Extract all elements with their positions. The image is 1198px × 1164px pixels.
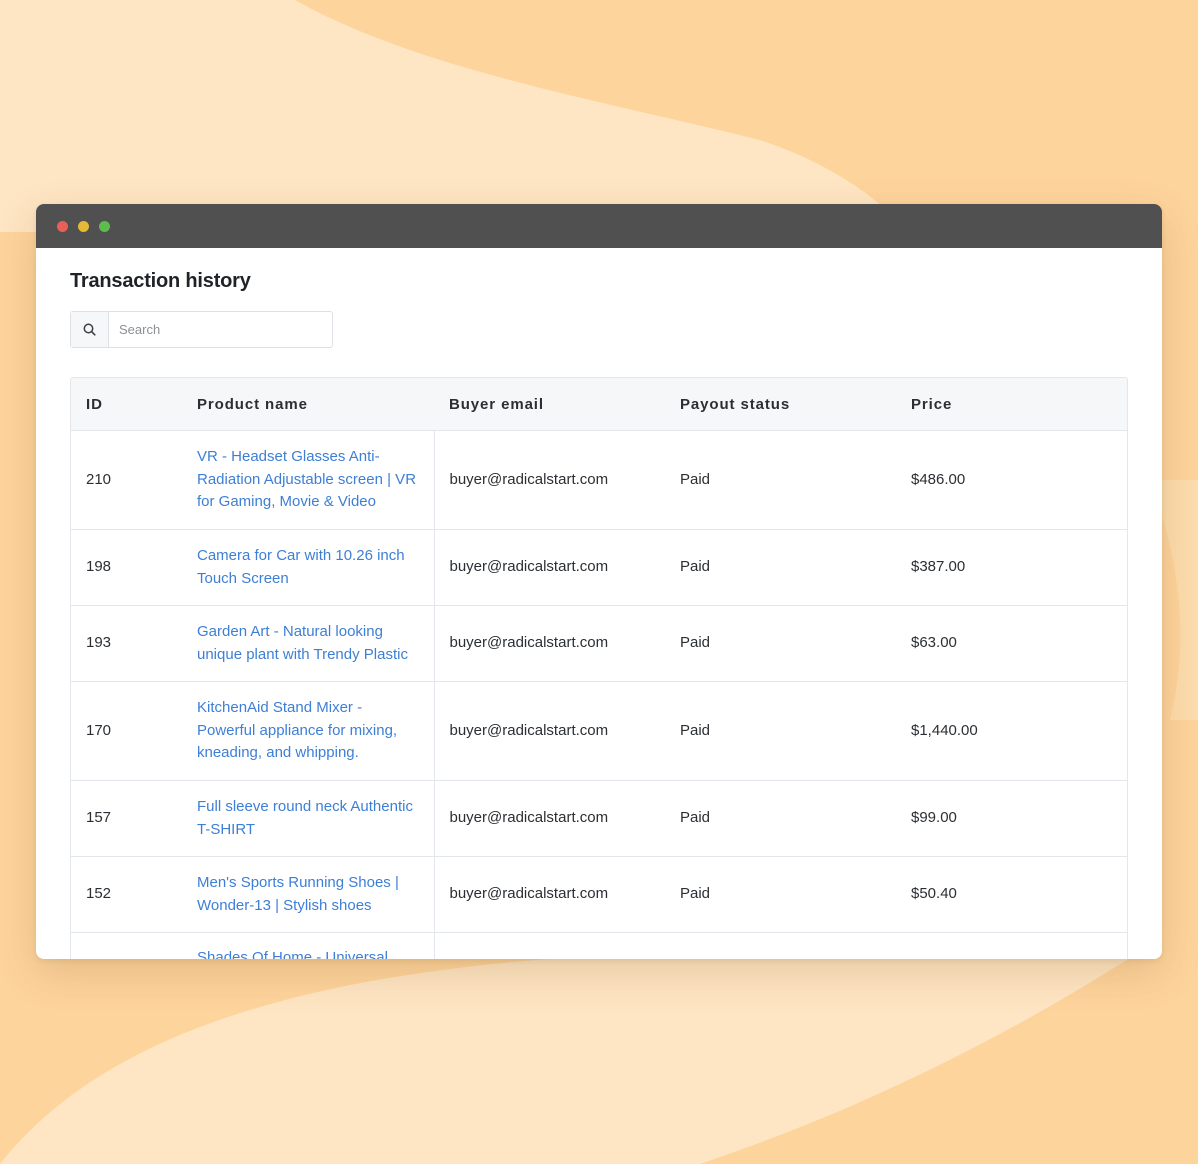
cell-price: $1,440.00 bbox=[896, 681, 1127, 781]
cell-id: 210 bbox=[71, 430, 182, 530]
cell-id: 198 bbox=[71, 529, 182, 606]
cell-price: $50.40 bbox=[896, 856, 1127, 933]
cell-id bbox=[71, 932, 182, 959]
product-link[interactable]: VR - Headset Glasses Anti-Radiation Adju… bbox=[197, 448, 416, 510]
column-header-product-name[interactable]: Product name bbox=[182, 378, 434, 431]
cell-payout-status: Paid bbox=[665, 780, 896, 857]
cell-id: 170 bbox=[71, 681, 182, 781]
table-row[interactable]: 152 Men's Sports Running Shoes | Wonder-… bbox=[71, 856, 1127, 933]
window-titlebar bbox=[36, 204, 1162, 248]
product-link[interactable]: Shades Of Home - Universal bbox=[197, 949, 388, 959]
table-row[interactable]: 198 Camera for Car with 10.26 inch Touch… bbox=[71, 529, 1127, 606]
cell-price bbox=[896, 932, 1127, 959]
table-row[interactable]: Shades Of Home - Universal bbox=[71, 932, 1127, 959]
cell-price: $387.00 bbox=[896, 529, 1127, 606]
table-row[interactable]: 170 KitchenAid Stand Mixer - Powerful ap… bbox=[71, 681, 1127, 781]
cell-price: $99.00 bbox=[896, 780, 1127, 857]
cell-payout-status: Paid bbox=[665, 605, 896, 682]
table-row[interactable]: 210 VR - Headset Glasses Anti-Radiation … bbox=[71, 430, 1127, 530]
cell-product: VR - Headset Glasses Anti-Radiation Adju… bbox=[182, 430, 435, 530]
table-row[interactable]: 157 Full sleeve round neck Authentic T-S… bbox=[71, 780, 1127, 857]
column-header-price[interactable]: Price bbox=[896, 378, 1127, 431]
cell-price: $486.00 bbox=[896, 430, 1127, 530]
cell-product: Full sleeve round neck Authentic T-SHIRT bbox=[182, 780, 435, 857]
column-header-payout-status[interactable]: Payout status bbox=[665, 378, 896, 431]
cell-id: 152 bbox=[71, 856, 182, 933]
minimize-window-dot[interactable] bbox=[78, 221, 89, 232]
cell-buyer-email: buyer@radicalstart.com bbox=[434, 529, 665, 606]
cell-product: Camera for Car with 10.26 inch Touch Scr… bbox=[182, 529, 435, 606]
cell-buyer-email: buyer@radicalstart.com bbox=[434, 430, 665, 530]
maximize-window-dot[interactable] bbox=[99, 221, 110, 232]
product-link[interactable]: Garden Art - Natural looking unique plan… bbox=[197, 623, 408, 663]
table-row[interactable]: 193 Garden Art - Natural looking unique … bbox=[71, 605, 1127, 682]
column-header-buyer-email[interactable]: Buyer email bbox=[434, 378, 665, 431]
search-input[interactable] bbox=[109, 312, 332, 347]
cell-buyer-email bbox=[434, 932, 665, 959]
product-link[interactable]: Full sleeve round neck Authentic T-SHIRT bbox=[197, 798, 413, 838]
product-link[interactable]: KitchenAid Stand Mixer - Powerful applia… bbox=[197, 699, 397, 761]
column-header-id[interactable]: ID bbox=[71, 378, 182, 431]
page-title: Transaction history bbox=[70, 270, 251, 292]
transactions-table-container: ID Product name Buyer email Payout statu… bbox=[70, 377, 1128, 959]
cell-price: $63.00 bbox=[896, 605, 1127, 682]
product-link[interactable]: Camera for Car with 10.26 inch Touch Scr… bbox=[197, 547, 405, 587]
product-link[interactable]: Men's Sports Running Shoes | Wonder-13 |… bbox=[197, 874, 399, 914]
cell-payout-status: Paid bbox=[665, 681, 896, 781]
cell-buyer-email: buyer@radicalstart.com bbox=[434, 856, 665, 933]
cell-id: 157 bbox=[71, 780, 182, 857]
table-header-row: ID Product name Buyer email Payout statu… bbox=[71, 378, 1127, 431]
cell-product: KitchenAid Stand Mixer - Powerful applia… bbox=[182, 681, 435, 781]
cell-buyer-email: buyer@radicalstart.com bbox=[434, 605, 665, 682]
cell-payout-status: Paid bbox=[665, 430, 896, 530]
cell-payout-status: Paid bbox=[665, 529, 896, 606]
cell-product: Men's Sports Running Shoes | Wonder-13 |… bbox=[182, 856, 435, 933]
cell-payout-status bbox=[665, 932, 896, 959]
transactions-table: ID Product name Buyer email Payout statu… bbox=[71, 378, 1127, 959]
cell-product: Garden Art - Natural looking unique plan… bbox=[182, 605, 435, 682]
cell-buyer-email: buyer@radicalstart.com bbox=[434, 780, 665, 857]
cell-payout-status: Paid bbox=[665, 856, 896, 933]
search-icon[interactable] bbox=[71, 312, 109, 347]
search-box bbox=[70, 311, 333, 348]
page-content: Transaction history Search ID Product na… bbox=[70, 248, 1128, 959]
browser-window: Transaction history Search ID Product na… bbox=[36, 204, 1162, 959]
cell-id: 193 bbox=[71, 605, 182, 682]
cell-buyer-email: buyer@radicalstart.com bbox=[434, 681, 665, 781]
cell-product: Shades Of Home - Universal bbox=[182, 932, 435, 959]
close-window-dot[interactable] bbox=[57, 221, 68, 232]
